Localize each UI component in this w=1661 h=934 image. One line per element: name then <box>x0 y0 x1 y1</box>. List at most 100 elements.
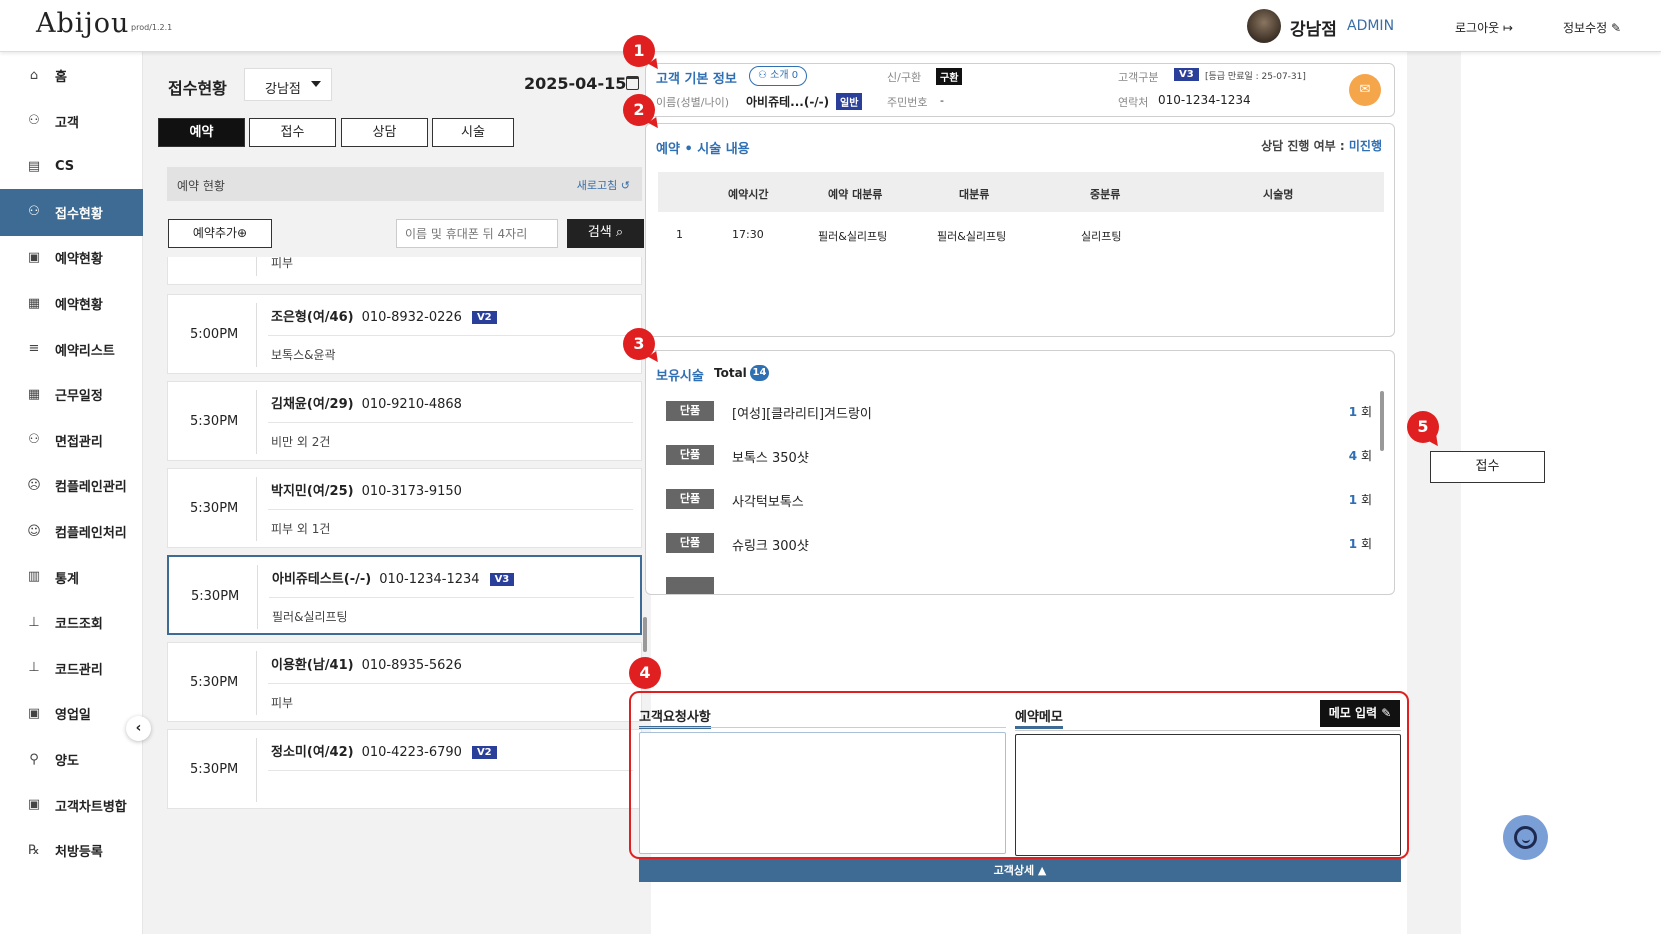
total-count-badge: 14 <box>750 365 769 381</box>
tab-treatment[interactable]: 시술 <box>432 118 514 147</box>
sidebar-item-18[interactable]: ℞ 처방등록 <box>0 827 143 874</box>
reception-button[interactable]: 접수 <box>1430 451 1545 483</box>
list-item[interactable]: 단품 [여성][클라리티]겨드랑이 1 회 <box>666 399 1378 429</box>
sidebar-item-2[interactable]: ⚇ 고객 <box>0 98 143 145</box>
item-type-badge: 단품 <box>666 533 714 553</box>
customer-detail-toggle[interactable]: 고객상세 ▲ <box>639 859 1401 882</box>
sidebar-item-11[interactable]: ☺ 컴플레인처리 <box>0 508 143 555</box>
sidebar-item-label: 컴플레인관리 <box>55 480 127 496</box>
chart-icon: ▥ <box>27 569 41 585</box>
sidebar-item-14[interactable]: ⊥ 코드관리 <box>0 645 143 692</box>
list-item[interactable]: 5:30PM 김채윤(여/29) 010-9210-4868 비만 외 2건 <box>167 381 642 461</box>
sidebar-item-17[interactable]: ▣ 고객차트병합 <box>0 782 143 829</box>
chat-button[interactable] <box>1503 815 1548 860</box>
list-item[interactable]: 단품 사각턱보톡스 1 회 <box>666 487 1378 517</box>
list-item[interactable]: 5:30PM 이용환(남/41) 010-8935-5626 피부 <box>167 642 642 722</box>
divider <box>268 422 633 423</box>
item-count: 1 <box>1348 493 1358 507</box>
list-item[interactable]: 단품 보톡스 350샷 4 회 <box>666 443 1378 473</box>
search-input[interactable] <box>396 219 558 248</box>
list-item[interactable]: 5:30PM 정소미(여/42) 010-4223-6790 V2 <box>167 729 642 809</box>
count-suffix: 회 <box>1360 493 1372 507</box>
list-item[interactable]: 단품 슈링크 300샷 1 회 <box>666 531 1378 561</box>
sidebar-item-1[interactable]: ⌂ 홈 <box>0 52 143 99</box>
tab-reservation[interactable]: 예약 <box>158 118 245 147</box>
calendar-icon[interactable] <box>626 76 639 90</box>
users-icon: ⚇ <box>28 113 40 129</box>
store-name: 강남점 <box>1290 20 1337 40</box>
business-day-icon: ▣ <box>27 705 41 721</box>
complaint-icon: ☹ <box>27 477 41 493</box>
sidebar-item-8[interactable]: ▦ 근무일정 <box>0 371 143 418</box>
list-item-selected[interactable]: 5:30PM 아비쥬테스트(-/-) 010-1234-1234 V3 필러&실리프… <box>167 555 642 635</box>
refresh-label: 새로고침 <box>576 179 618 192</box>
app-logo[interactable]: Abijou <box>36 8 129 39</box>
list-scrollbar[interactable] <box>643 617 647 652</box>
sidebar-item-7[interactable]: ≡ 예약리스트 <box>0 326 143 373</box>
sidebar-item-label: 근무일정 <box>55 389 103 405</box>
grade-badge: V2 <box>471 311 497 324</box>
item-type-badge: 단품 <box>666 445 714 465</box>
branch-select[interactable]: 강남점 <box>244 68 332 101</box>
owned-scrollbar[interactable] <box>1380 391 1384 451</box>
sidebar-item-9[interactable]: ⚇ 면접관리 <box>0 417 143 464</box>
sidebar-item-label: 접수현황 <box>55 206 103 222</box>
list-item-name: 박지민(여/25) <box>271 484 354 499</box>
date-display[interactable]: 2025-04-15 <box>524 74 626 93</box>
item-name: 슈링크 300샷 <box>732 539 809 554</box>
logout-button[interactable]: 로그아웃 ↦ <box>1455 19 1513 36</box>
avatar[interactable] <box>1247 9 1281 43</box>
divider <box>256 738 257 802</box>
sidebar-collapse-button[interactable]: ‹ <box>126 716 151 741</box>
list-item-name: 정소미(여/42) <box>271 745 354 760</box>
sidebar-item-6[interactable]: ▦ 예약현황 <box>0 280 143 327</box>
annotation-marker-4: 4 <box>629 657 661 689</box>
list-item[interactable]: 5:00PM 조은형(여/46) 010-8932-0226 V2 보톡스&윤곽 <box>167 294 642 374</box>
refresh-button[interactable]: 새로고침 ↺ <box>577 177 630 193</box>
add-reservation-label: 예약추가 <box>192 226 238 240</box>
list-item[interactable]: 피부 <box>167 257 642 285</box>
list-item-service: 피부 <box>271 696 294 710</box>
edit-info-button[interactable]: 정보수정 ✎ <box>1563 19 1621 36</box>
sidebar-item-15[interactable]: ▣ 영업일 <box>0 690 143 737</box>
interview-icon: ⚇ <box>28 432 40 448</box>
divider <box>256 477 257 541</box>
list-item-name: 이용환(남/41) <box>271 658 354 673</box>
sidebar-item-12[interactable]: ▥ 통계 <box>0 554 143 601</box>
col-middle-category: 중분류 <box>1090 188 1121 201</box>
referral-badge[interactable]: ⚇ 소개 0 <box>749 66 808 86</box>
document-icon: ▤ <box>27 158 41 174</box>
smile-icon: ☺ <box>27 523 41 539</box>
item-count: 1 <box>1348 405 1358 419</box>
sidebar-item-10[interactable]: ☹ 컴플레인관리 <box>0 462 143 509</box>
search-icon: ⌕ <box>615 225 624 240</box>
tab-reception[interactable]: 접수 <box>249 118 336 147</box>
sidebar-item-13[interactable]: ⊥ 코드조회 <box>0 599 143 646</box>
message-button[interactable]: ✉ <box>1349 74 1381 106</box>
row-reservation-category: 필러&실리프팅 <box>818 230 888 243</box>
sidebar-item-16[interactable]: ⚲ 양도 <box>0 736 143 783</box>
list-item-service: 필러&실리프팅 <box>272 610 348 624</box>
sidebar-item-3[interactable]: ▤ CS <box>0 143 143 190</box>
divider <box>257 565 258 629</box>
tab-consultation[interactable]: 상담 <box>341 118 428 147</box>
sidebar-item-label: 고객차트병합 <box>55 799 127 815</box>
divider <box>256 390 257 454</box>
list-item-time: 5:30PM <box>191 589 240 604</box>
list-item-phone: 010-8935-5626 <box>361 658 462 673</box>
list-item[interactable]: 5:30PM 박지민(여/25) 010-3173-9150 피부 외 1건 <box>167 468 642 548</box>
sidebar-item-label: 고객 <box>55 115 79 131</box>
sidebar-item-5[interactable]: ▣ 예약현황 <box>0 234 143 281</box>
list-item-service: 비만 외 2건 <box>271 435 331 449</box>
annotation-box-memo <box>629 691 1409 859</box>
rrn-value: - <box>940 94 944 107</box>
item-name: 사각턱보톡스 <box>732 495 804 510</box>
sidebar-item-4[interactable]: ⚇ 접수현황 <box>0 188 143 236</box>
add-reservation-button[interactable]: 예약추가⊕ <box>168 219 272 248</box>
merge-icon: ▣ <box>27 797 41 813</box>
search-button[interactable]: 검색 ⌕ <box>567 219 644 248</box>
top-bar: Abijou prod/1.2.1 강남점 ADMIN 로그아웃 ↦ 정보수정 … <box>0 0 1661 52</box>
divider <box>268 509 633 510</box>
chevron-down-icon <box>311 81 321 87</box>
reservation-list[interactable]: 피부 5:00PM 조은형(여/46) 010-8932-0226 V2 보톡스&윤… <box>167 257 650 883</box>
